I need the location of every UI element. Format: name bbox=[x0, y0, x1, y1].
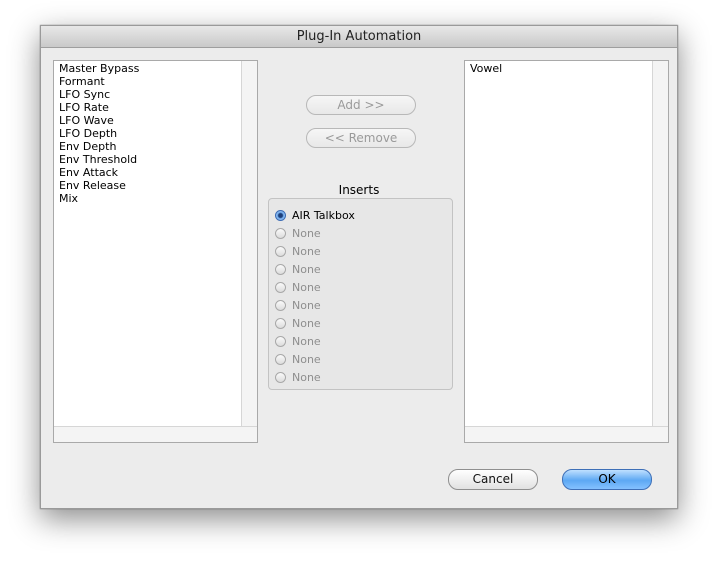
radio-button-icon[interactable] bbox=[275, 353, 286, 365]
list-item[interactable]: LFO Rate bbox=[59, 101, 139, 114]
insert-slot-label: None bbox=[292, 227, 321, 240]
insert-slot-radio[interactable]: None bbox=[275, 281, 321, 295]
radio-button-icon[interactable] bbox=[275, 227, 286, 239]
insert-slot-label: None bbox=[292, 299, 321, 312]
vertical-scrollbar[interactable] bbox=[652, 61, 668, 427]
available-parameters-list[interactable]: Master Bypass Formant LFO Sync LFO Rate LFO … bbox=[53, 60, 258, 443]
insert-slot-radio[interactable]: None bbox=[275, 299, 321, 313]
insert-slot-label: AIR Talkbox bbox=[292, 209, 355, 222]
insert-slot-radio[interactable]: None bbox=[275, 353, 321, 367]
insert-slot-label: None bbox=[292, 245, 321, 258]
radio-button-icon[interactable] bbox=[275, 281, 286, 293]
list-item[interactable]: Env Attack bbox=[59, 166, 139, 179]
plugin-automation-dialog: Plug-In Automation Master Bypass Formant L… bbox=[40, 25, 678, 509]
insert-slot-radio[interactable]: None bbox=[275, 335, 321, 349]
vertical-scrollbar[interactable] bbox=[241, 61, 257, 427]
list-item[interactable]: Env Threshold bbox=[59, 153, 139, 166]
list-item[interactable]: Env Release bbox=[59, 179, 139, 192]
list-item[interactable]: LFO Depth bbox=[59, 127, 139, 140]
inserts-group: AIR Talkbox None None None None None None None N… bbox=[268, 198, 453, 390]
insert-slot-label: None bbox=[292, 281, 321, 294]
insert-slot-label: None bbox=[292, 317, 321, 330]
ok-button[interactable]: OK bbox=[562, 469, 652, 490]
list-item[interactable]: Env Depth bbox=[59, 140, 139, 153]
radio-button-icon[interactable] bbox=[275, 317, 286, 329]
insert-slot-label: None bbox=[292, 371, 321, 384]
list-item[interactable]: Formant bbox=[59, 75, 139, 88]
insert-slot-radio[interactable]: None bbox=[275, 245, 321, 259]
horizontal-scrollbar[interactable] bbox=[54, 426, 257, 442]
inserts-heading: Inserts bbox=[338, 183, 380, 197]
list-item[interactable]: LFO Wave bbox=[59, 114, 139, 127]
insert-slot-radio[interactable]: None bbox=[275, 371, 321, 385]
radio-button-icon[interactable] bbox=[275, 371, 286, 383]
automated-parameters-list[interactable]: Vowel bbox=[464, 60, 669, 443]
insert-slot-radio[interactable]: None bbox=[275, 227, 321, 241]
insert-slot-label: None bbox=[292, 263, 321, 276]
radio-button-icon[interactable] bbox=[275, 209, 286, 221]
horizontal-scrollbar[interactable] bbox=[465, 426, 668, 442]
insert-slot-radio[interactable]: None bbox=[275, 317, 321, 331]
list-item[interactable]: Vowel bbox=[470, 62, 502, 75]
insert-slot-radio[interactable]: None bbox=[275, 263, 321, 277]
radio-button-icon[interactable] bbox=[275, 335, 286, 347]
radio-button-icon[interactable] bbox=[275, 263, 286, 275]
insert-slot-label: None bbox=[292, 353, 321, 366]
insert-slot-radio[interactable]: AIR Talkbox bbox=[275, 209, 355, 223]
list-item[interactable]: Mix bbox=[59, 192, 139, 205]
add-button[interactable]: Add >> bbox=[306, 95, 416, 115]
remove-button[interactable]: << Remove bbox=[306, 128, 416, 148]
radio-button-icon[interactable] bbox=[275, 245, 286, 257]
insert-slot-label: None bbox=[292, 335, 321, 348]
list-item[interactable]: LFO Sync bbox=[59, 88, 139, 101]
window-title: Plug-In Automation bbox=[41, 26, 677, 48]
cancel-button[interactable]: Cancel bbox=[448, 469, 538, 490]
list-item[interactable]: Master Bypass bbox=[59, 62, 139, 75]
radio-button-icon[interactable] bbox=[275, 299, 286, 311]
